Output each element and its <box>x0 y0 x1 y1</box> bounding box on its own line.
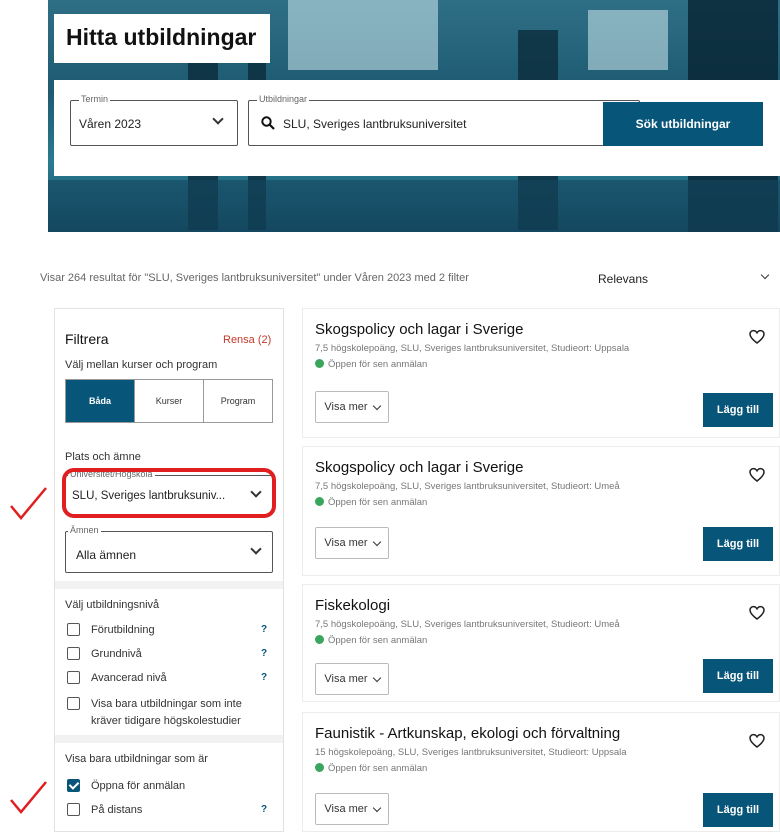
annotation-highlight-box <box>62 468 276 518</box>
results-summary: Visar 264 resultat för "SLU, Sveriges la… <box>40 272 469 284</box>
course-status: Öppen för sen anmälan <box>315 359 427 370</box>
course-card: Faunistik - Artkunskap, ekologi och förv… <box>302 712 780 832</box>
status-text: Öppen för sen anmälan <box>328 763 428 774</box>
education-legend: Utbildningar <box>257 94 310 104</box>
show-more-label: Visa mer <box>324 401 368 413</box>
course-status: Öppen för sen anmälan <box>315 497 427 508</box>
level-checkbox-preparatory[interactable] <box>67 623 80 636</box>
level-checkbox-basic[interactable] <box>67 647 80 660</box>
open-for-application-label: Öppna för anmälan <box>91 780 186 792</box>
no-prior-studies-label: Visa bara utbildningar som inte <box>91 698 242 710</box>
show-more-label: Visa mer <box>324 537 368 549</box>
status-dot-icon <box>315 635 324 644</box>
type-choice-label: Välj mellan kurser och program <box>65 359 218 371</box>
chevron-down-icon <box>372 401 381 410</box>
filter-sidebar: Filtrera Rensa (2) Välj mellan kurser oc… <box>54 308 284 832</box>
help-icon[interactable]: ? <box>261 672 267 683</box>
show-more-button[interactable]: Visa mer <box>315 391 389 423</box>
checkmark-annotation-icon <box>10 487 47 520</box>
divider <box>55 581 283 589</box>
course-meta: 15 högskolepoäng, SLU, Sveriges lantbruk… <box>315 747 627 758</box>
help-icon[interactable]: ? <box>261 648 267 659</box>
subject-legend: Ämnen <box>68 525 101 535</box>
level-checkbox-advanced[interactable] <box>67 671 80 684</box>
education-value: SLU, Sveriges lantbruksuniversitet <box>283 117 467 131</box>
course-card: Fiskekologi 7,5 högskolepoäng, SLU, Sver… <box>302 584 780 702</box>
filter-title: Filtrera <box>65 331 109 347</box>
open-for-application-checkbox[interactable] <box>67 779 80 792</box>
place-subject-label: Plats och ämne <box>65 451 141 463</box>
chevron-down-icon <box>212 113 224 125</box>
distance-label: På distans <box>91 804 143 816</box>
checkmark-annotation-icon <box>10 781 47 814</box>
add-button[interactable]: Lägg till <box>703 793 773 827</box>
chevron-down-icon <box>372 537 381 546</box>
term-select[interactable]: Termin Våren 2023 <box>70 94 238 146</box>
type-option-both[interactable]: Båda <box>66 380 135 422</box>
show-more-label: Visa mer <box>324 673 368 685</box>
page-title: Hitta utbildningar <box>54 14 271 63</box>
course-status: Öppen för sen anmälan <box>315 763 427 774</box>
search-icon <box>261 116 275 130</box>
course-title[interactable]: Faunistik - Artkunskap, ekologi och förv… <box>315 725 620 742</box>
chevron-down-icon <box>372 803 381 812</box>
type-option-programs[interactable]: Program <box>204 380 272 422</box>
status-dot-icon <box>315 497 324 506</box>
heart-icon[interactable] <box>749 733 765 749</box>
type-segmented-control[interactable]: Båda Kurser Program <box>65 379 273 423</box>
search-button[interactable]: Sök utbildningar <box>603 102 763 146</box>
type-option-courses[interactable]: Kurser <box>135 380 204 422</box>
help-icon[interactable]: ? <box>261 804 267 815</box>
chevron-down-icon <box>250 543 262 555</box>
divider <box>55 735 283 743</box>
chevron-down-icon <box>372 673 381 682</box>
add-button[interactable]: Lägg till <box>703 393 773 427</box>
reset-filters-link[interactable]: Rensa (2) <box>223 334 271 346</box>
course-meta: 7,5 högskolepoäng, SLU, Sveriges lantbru… <box>315 343 630 354</box>
show-more-button[interactable]: Visa mer <box>315 527 389 559</box>
status-text: Öppen för sen anmälan <box>328 497 428 508</box>
distance-checkbox[interactable] <box>67 803 80 816</box>
heart-icon[interactable] <box>749 329 765 345</box>
help-icon[interactable]: ? <box>261 624 267 635</box>
status-dot-icon <box>315 763 324 772</box>
term-legend: Termin <box>79 94 111 104</box>
course-title[interactable]: Skogspolicy och lagar i Sverige <box>315 321 523 338</box>
no-prior-studies-label-2: kräver tidigare högskolestudier <box>91 715 241 727</box>
level-label-basic: Grundnivå <box>91 648 142 660</box>
sort-select[interactable]: Relevans <box>598 272 648 286</box>
course-card: Skogspolicy och lagar i Sverige 7,5 högs… <box>302 308 780 438</box>
show-more-label: Visa mer <box>324 803 368 815</box>
course-meta: 7,5 högskolepoäng, SLU, Sveriges lantbru… <box>315 619 620 630</box>
course-card: Skogspolicy och lagar i Sverige 7,5 högs… <box>302 446 780 576</box>
course-title[interactable]: Skogspolicy och lagar i Sverige <box>315 459 523 476</box>
course-status: Öppen för sen anmälan <box>315 635 427 646</box>
level-label-preparatory: Förutbildning <box>91 624 155 636</box>
education-search-input[interactable]: Utbildningar SLU, Sveriges lantbruksuniv… <box>248 94 640 146</box>
status-text: Öppen för sen anmälan <box>328 359 428 370</box>
show-more-button[interactable]: Visa mer <box>315 663 389 695</box>
subject-select[interactable]: Ämnen Alla ämnen <box>65 525 273 573</box>
add-button[interactable]: Lägg till <box>703 527 773 561</box>
show-more-button[interactable]: Visa mer <box>315 793 389 825</box>
show-only-label: Visa bara utbildningar som är <box>65 753 208 765</box>
status-text: Öppen för sen anmälan <box>328 635 428 646</box>
heart-icon[interactable] <box>749 467 765 483</box>
course-meta: 7,5 högskolepoäng, SLU, Sveriges lantbru… <box>315 481 620 492</box>
no-prior-studies-checkbox[interactable] <box>67 697 80 710</box>
heart-icon[interactable] <box>749 605 765 621</box>
level-label: Välj utbildningsnivå <box>65 599 160 611</box>
chevron-down-icon[interactable] <box>760 270 770 280</box>
level-label-advanced: Avancerad nivå <box>91 672 167 684</box>
status-dot-icon <box>315 359 324 368</box>
course-title[interactable]: Fiskekologi <box>315 597 390 614</box>
add-button[interactable]: Lägg till <box>703 659 773 693</box>
search-panel: Termin Våren 2023 Utbildningar SLU, Sver… <box>54 80 780 176</box>
term-value: Våren 2023 <box>79 117 142 131</box>
subject-value: Alla ämnen <box>76 548 137 562</box>
